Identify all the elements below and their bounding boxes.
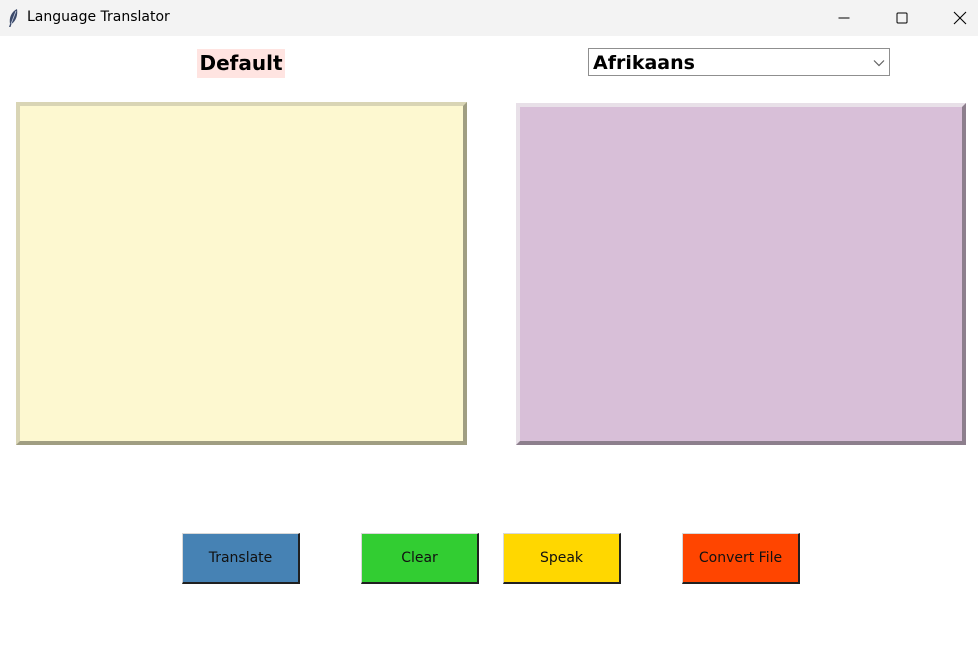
chevron-down-icon — [873, 60, 885, 67]
source-language-label: Default — [197, 49, 285, 78]
feather-icon — [6, 8, 20, 28]
input-text-area[interactable] — [16, 102, 467, 445]
maximize-icon — [896, 12, 908, 24]
minimize-button[interactable] — [816, 0, 872, 36]
speak-button[interactable]: Speak — [503, 533, 621, 584]
clear-button[interactable]: Clear — [361, 533, 479, 584]
close-icon — [953, 11, 967, 25]
window-title: Language Translator — [27, 9, 170, 25]
close-button[interactable] — [932, 0, 978, 36]
minimize-icon — [838, 17, 850, 19]
title-bar: Language Translator — [0, 0, 978, 36]
target-language-select[interactable]: Afrikaans — [588, 48, 890, 76]
target-language-value: Afrikaans — [593, 52, 695, 74]
translate-button[interactable]: Translate — [182, 533, 300, 584]
output-text-area[interactable] — [516, 103, 966, 445]
convert-file-button[interactable]: Convert File — [682, 533, 800, 584]
maximize-button[interactable] — [874, 0, 930, 36]
